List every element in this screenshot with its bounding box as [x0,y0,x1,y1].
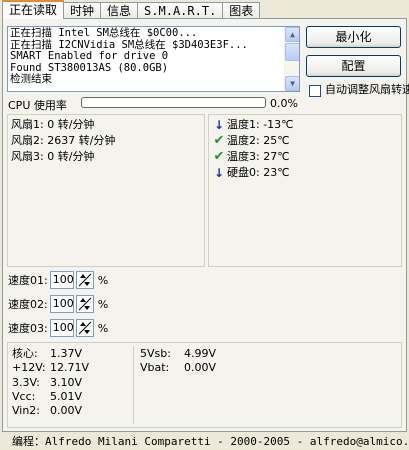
voltage-value: 5.01V [50,389,83,403]
tab-smart[interactable]: S.M.A.R.T. [137,2,224,19]
voltage-group: 核心: 1.37V +12V: 12.71V 3.3V: 3.10V Vcc: 5.01… [7,342,402,428]
voltage-value: 0.00V [184,361,217,375]
cpu-usage-bar [81,97,266,108]
fan-group: 风扇1: 0 转/分钟 风扇2: 2637 转/分钟 风扇3: 0 转/分钟 [7,114,205,267]
voltage-value: 1.37V [50,347,83,360]
temp-row: ✔ 温度2: 25℃ [212,133,398,149]
voltage-key: Vcc: [12,389,36,403]
minimize-button[interactable]: 最小化 [306,26,401,48]
voltage-col-left: 核心: 1.37V +12V: 12.71V 3.3V: 3.10V Vcc: 5.01… [12,347,89,418]
voltage-value: 4.99V [184,347,217,360]
voltage-row: Vcc: 5.01V [12,390,89,404]
status-bar: 编程：Alfredo Milani Comparetti - 2000-2005… [12,435,407,448]
checkmark-icon: ✔ [213,149,225,164]
temp-reading: 温度1: -13℃ [227,118,294,131]
temp-row: ↓ 硬盘0: 23℃ [212,165,398,181]
tab-bar: 正在读取 时钟 信息 S.M.A.R.T. 图表 [2,0,261,19]
temp-reading: 温度2: 25℃ [227,134,290,147]
tab-chart[interactable]: 图表 [222,2,261,19]
speed01-spinner[interactable] [75,271,94,289]
tab-info[interactable]: 信息 [100,2,139,19]
voltage-row: 3.3V: 3.10V [12,376,89,390]
arrow-down-icon: ↓ [213,118,225,132]
auto-fan-checkbox[interactable] [309,85,321,97]
arrow-down-icon: ↓ [213,166,225,180]
voltage-value: 3.10V [50,375,83,389]
speed-row-01: 速度01: 100 % [8,271,108,289]
tab-reading[interactable]: 正在读取 [2,0,65,19]
voltage-key: Vbat: [140,361,170,375]
voltage-row: Vin2: 0.00V [12,404,89,418]
spin-arrows-icon [78,297,92,311]
speed03-input[interactable]: 100 [49,319,74,337]
speed-unit: % [97,321,109,335]
speed-row-02: 速度02: 100 % [8,295,108,313]
cpu-usage-value: 0.0% [270,97,298,110]
log-line: Found ST380013AS (80.0GB) [10,61,169,74]
voltage-key: 5Vsb: [140,347,171,360]
voltage-row: Vbat: 0.00V [140,361,216,375]
temp-reading: 温度3: 27℃ [227,150,290,163]
scroll-up-icon[interactable]: ▲ [285,27,299,42]
voltage-value: 12.71V [50,361,90,375]
log-textbox[interactable]: 正在扫描 Intel SM总线在 $0C00... 正在扫描 I2CNVidia… [7,26,300,92]
temp-row: ✔ 温度3: 27℃ [212,149,398,165]
voltage-divider [133,346,134,424]
log-scrollbar[interactable]: ▲ ▼ [284,27,299,91]
cpu-usage-label: CPU 使用率 [8,99,67,112]
voltage-key: +12V: [12,361,46,375]
voltage-row: 5Vsb: 4.99V [140,347,216,361]
speed02-spinner[interactable] [75,295,94,313]
scroll-thumb[interactable] [285,43,299,61]
speed-label: 速度03: [8,322,48,335]
tab-clock[interactable]: 时钟 [63,2,102,19]
speed-label: 速度02: [8,298,48,311]
auto-fan-label: 自动调整风扇转速 [325,83,409,96]
config-button[interactable]: 配置 [306,55,401,77]
fan-reading: 风扇3: 0 转/分钟 [11,150,95,163]
speed-label: 速度01: [8,274,48,287]
voltage-key: 核心: [12,347,38,360]
checkmark-icon: ✔ [213,133,225,148]
log-line: 检测结束 [10,73,52,85]
speed01-input[interactable]: 100 [49,271,74,289]
voltage-row: +12V: 12.71V [12,361,89,375]
speed-unit: % [97,273,109,287]
scroll-down-icon[interactable]: ▼ [285,76,299,91]
voltage-key: 3.3V: [12,375,40,389]
speed03-spinner[interactable] [75,319,94,337]
speed-row-03: 速度03: 100 % [8,319,108,337]
fan-reading: 风扇2: 2637 转/分钟 [11,134,116,147]
voltage-col-right: 5Vsb: 4.99V Vbat: 0.00V [140,347,216,376]
fan-reading: 风扇1: 0 转/分钟 [11,118,95,131]
voltage-value: 0.00V [50,404,83,418]
speed-unit: % [97,297,109,311]
temperature-group: ↓ 温度1: -13℃ ✔ 温度2: 25℃ ✔ 温度3: 27℃ ↓ 硬盘0:… [208,114,402,267]
temp-row: ↓ 温度1: -13℃ [212,117,398,133]
log-line: SMART Enabled for drive 0 [10,50,169,62]
spin-arrows-icon [78,321,92,335]
voltage-row: 核心: 1.37V [12,347,89,361]
spin-arrows-icon [78,273,92,287]
voltage-key: Vin2: [12,404,41,418]
log-line: 正在扫描 Intel SM总线在 $0C00... [10,27,198,39]
speed02-input[interactable]: 100 [49,295,74,313]
temp-reading: 硬盘0: 23℃ [227,166,290,179]
